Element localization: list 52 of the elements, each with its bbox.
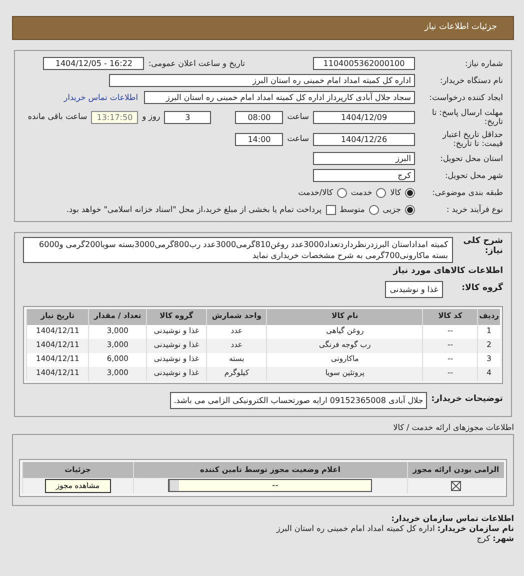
field-label: طبقه بندی موضوعی: [431, 188, 503, 198]
contact-link[interactable]: اطلاعات تماس خریدار [64, 92, 138, 102]
field-label: شهر محل تحویل: [444, 170, 503, 180]
field-label: گروه کالا: [460, 284, 503, 294]
field-label: روز و [142, 112, 160, 122]
radio-button[interactable] [336, 188, 347, 198]
field-label: مهلت ارسال پاسخ: تا تاریخ: [430, 108, 503, 126]
field-label: ساعت [287, 112, 309, 122]
radio-label: متوسط [340, 204, 365, 214]
field-label: استان محل تحویل: [439, 154, 503, 164]
checkbox-label: پرداخت تمام یا بخشی از مبلغ خرید،از محل "اسناد خزانه اسلامی" خواهد بود. [66, 204, 322, 214]
radio-label: کالا/خدمت [298, 188, 333, 198]
checkbox[interactable] [326, 204, 336, 214]
countdown-field[interactable]: 13:17:50 [91, 110, 138, 124]
radio-label: جزیی [382, 204, 401, 214]
radio-label: کالا [390, 188, 401, 198]
input-field[interactable]: کرج [313, 169, 415, 182]
input-field[interactable]: البرز [313, 152, 415, 165]
radio-button[interactable] [376, 188, 386, 198]
input-field[interactable]: 14:00 [235, 132, 284, 146]
page-title: جزئیات اطلاعات نیاز [424, 23, 497, 33]
notes-field[interactable]: جلال آبادی 09152365008 ارایه صورتحساب الکترونیکی الزامی می باشد. [170, 392, 428, 409]
input-field[interactable]: 1104005362000100 [313, 57, 415, 70]
input-field[interactable]: اداره کل کمیته امداد امام خمینی ره استان البرز [109, 74, 415, 87]
radio-label: خدمت [350, 188, 372, 198]
field-label: توضیحات خریدار: [431, 395, 503, 406]
field-label: ساعت باقی مانده [28, 112, 88, 122]
description-box[interactable]: کمیته امداداستان البرزدرنظرداردتعداد3000عدد روغن810گرمی3000عدد رب800گرمی3000بسته سویا200گرمی و6000 بسته ماکارونی700گرمی به شرح مشخصات خریداری نماید [23, 237, 453, 263]
contact-title: اطلاعات تماس سازمان خریدار: [390, 514, 514, 524]
goods-group-field[interactable]: غذا و نوشیدنی [384, 280, 443, 298]
status-dropdown[interactable]: -- [168, 479, 372, 492]
field-label: ایجاد کننده درخواست: [428, 92, 503, 102]
contact-line: نام سازمان خریدار: اداره کل کمیته امداد امام خمینی ره استان البرز [275, 524, 514, 534]
field-label: ساعت [287, 134, 309, 144]
input-field[interactable]: سجاد جلال آبادی کارپرداز اداره کل کمیته امداد امام خمینی ره استان البرز [144, 91, 415, 104]
input-field[interactable]: 1404/12/05 - 16:22 [43, 57, 144, 70]
radio-button[interactable] [405, 188, 415, 198]
input-field[interactable]: 08:00 [235, 110, 284, 124]
input-field[interactable]: 1404/12/26 [313, 132, 415, 146]
contact-line: شهر: کرج [476, 534, 514, 544]
radio-button[interactable] [368, 204, 379, 214]
field-label: تاریخ و ساعت اعلان عمومی: [148, 58, 245, 68]
field-label: شرح کلی نیاز: [462, 237, 503, 257]
field-label: نوع فرآیند خرید : [445, 204, 503, 214]
input-field[interactable]: 3 [164, 110, 212, 124]
section-title: اطلاعات کالاهای مورد نیاز [392, 267, 503, 277]
radio-button[interactable] [405, 204, 415, 214]
section-title: اطلاعات مجوزهای ارائه خدمت / کالا [393, 422, 514, 432]
field-label: نام دستگاه خریدار: [439, 76, 503, 86]
field-label: شماره نیاز: [464, 58, 503, 68]
input-field[interactable]: 1404/12/09 [313, 110, 415, 124]
field-label: حداقل تاریخ اعتبار قیمت: تا تاریخ: [441, 130, 503, 148]
